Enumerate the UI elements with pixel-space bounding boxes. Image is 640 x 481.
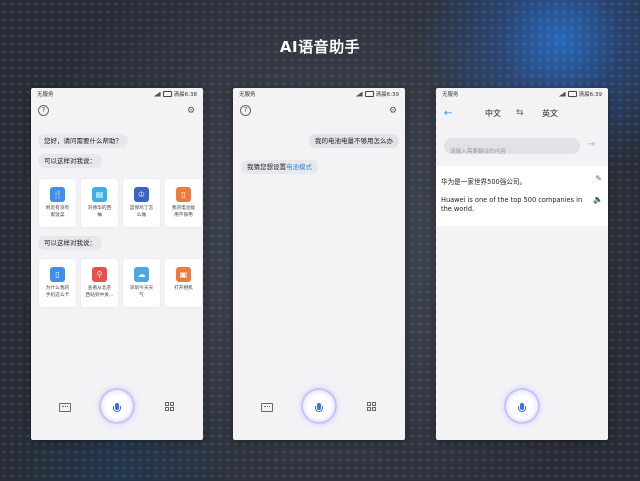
fork-knife-icon: 🍴 bbox=[50, 187, 65, 202]
translate-arrow-icon[interactable]: → bbox=[587, 139, 595, 150]
bottom-bar bbox=[436, 376, 608, 440]
translation-input[interactable] bbox=[444, 144, 580, 160]
suggestion-label: 刘德华的西 柚 bbox=[87, 206, 112, 218]
voice-input-button[interactable] bbox=[303, 390, 335, 422]
suggestion-label: 查看从北京 西站到中关... bbox=[85, 286, 114, 298]
help-icon[interactable]: ? bbox=[38, 105, 50, 117]
phone-screen-translation: 无服务 清晨6:39 ← 中文 ⇆ 英文 → 华为是一家世界500强公司。 ✎ … bbox=[436, 88, 608, 440]
suggestion-card[interactable]: ⚲ 查看从北京 西站到中关... bbox=[81, 259, 118, 307]
voice-input-button[interactable] bbox=[506, 390, 538, 422]
suggestion-label: 为什么我的 手机这么卡 bbox=[45, 286, 70, 298]
reply-text: 我猜您想设置 bbox=[247, 163, 286, 171]
apps-grid-icon[interactable] bbox=[367, 402, 376, 411]
map-pin-icon: ⚲ bbox=[92, 267, 107, 282]
carrier-text: 无服务 bbox=[442, 92, 459, 98]
settings-gear-icon[interactable]: ⚙ bbox=[387, 105, 399, 117]
chef-hat-icon: ♔ bbox=[134, 187, 149, 202]
battery-icon bbox=[162, 91, 172, 97]
carrier-text: 无服务 bbox=[239, 92, 256, 98]
source-text: 华为是一家世界500强公司。 bbox=[441, 178, 527, 186]
time-text: 清晨6:39 bbox=[578, 92, 602, 98]
suggestion-card[interactable]: ▯ 我的电池能 用不够用 bbox=[165, 179, 202, 227]
apps-grid-icon[interactable] bbox=[165, 402, 174, 411]
speaker-icon[interactable]: 🔈 bbox=[593, 195, 603, 204]
translation-toolbar: ← 中文 ⇆ 英文 bbox=[436, 101, 608, 125]
suggestion-label: 附近有没有 家饭菜 bbox=[45, 206, 70, 218]
time-text: 清晨6:38 bbox=[173, 92, 197, 98]
status-bar: 无服务 清晨6:38 bbox=[31, 88, 203, 100]
assistant-reply-bubble: 我猜您想设置电池模式 bbox=[241, 160, 318, 174]
weather-icon: ☁ bbox=[134, 267, 149, 282]
time-text: 清晨6:39 bbox=[375, 92, 399, 98]
phone-screen-assistant-home: 无服务 清晨6:38 ? ⚙ 您好，请问需要什么帮助？ 可以这样对我说： 🍴 附… bbox=[31, 88, 203, 440]
suggestion-label: 宫保鸡丁怎 么做 bbox=[129, 206, 154, 218]
suggestion-card[interactable]: ♔ 宫保鸡丁怎 么做 bbox=[123, 179, 160, 227]
suggestion-label: 深圳今天天 气 bbox=[129, 286, 154, 298]
translation-input-box[interactable] bbox=[444, 138, 580, 160]
battery-icon bbox=[567, 91, 577, 97]
carrier-text: 无服务 bbox=[37, 92, 54, 98]
voice-input-button[interactable] bbox=[101, 390, 133, 422]
suggestion-heading: 可以这样对我说： bbox=[38, 154, 102, 168]
keyboard-icon[interactable] bbox=[59, 403, 71, 412]
suggestion-card[interactable]: ▤ 刘德华的西 柚 bbox=[81, 179, 118, 227]
suggestion-card[interactable]: 🍴 附近有没有 家饭菜 bbox=[39, 179, 76, 227]
signal-icon bbox=[558, 91, 566, 97]
microphone-icon bbox=[315, 402, 323, 412]
suggestion-card[interactable]: ▣ 打开相机 bbox=[165, 259, 202, 307]
signal-icon bbox=[153, 91, 161, 97]
microphone-icon bbox=[113, 402, 121, 412]
phone-icon: ▯ bbox=[50, 267, 65, 282]
swap-languages-icon[interactable]: ⇆ bbox=[516, 108, 524, 118]
settings-gear-icon[interactable]: ⚙ bbox=[185, 105, 197, 117]
status-bar: 无服务 清晨6:39 bbox=[436, 88, 608, 100]
back-arrow-icon[interactable]: ← bbox=[444, 108, 452, 119]
book-icon: ▤ bbox=[92, 187, 107, 202]
bottom-bar bbox=[233, 376, 405, 440]
source-language-tab[interactable]: 中文 bbox=[485, 108, 501, 119]
signal-icon bbox=[355, 91, 363, 97]
suggestion-heading: 可以这样对我说： bbox=[38, 236, 102, 250]
page-title: AI语音助手 bbox=[279, 38, 361, 56]
keyboard-icon[interactable] bbox=[261, 403, 273, 412]
microphone-icon bbox=[518, 402, 526, 412]
phone-icon: ▯ bbox=[176, 187, 191, 202]
assistant-greeting-bubble: 您好，请问需要什么帮助？ bbox=[38, 134, 128, 148]
battery-icon bbox=[364, 91, 374, 97]
battery-mode-link[interactable]: 电池模式 bbox=[286, 163, 312, 171]
suggestion-card[interactable]: ▯ 为什么我的 手机这么卡 bbox=[39, 259, 76, 307]
bottom-bar bbox=[31, 376, 203, 440]
user-message-bubble: 我的电池电量不够用怎么办 bbox=[309, 134, 399, 148]
translated-text: Huawei is one of the top 500 companies i… bbox=[441, 196, 583, 213]
edit-pen-icon[interactable]: ✎ bbox=[595, 174, 602, 183]
target-language-tab[interactable]: 英文 bbox=[542, 108, 558, 119]
translation-result-card: 华为是一家世界500强公司。 ✎ Huawei is one of the to… bbox=[436, 166, 608, 226]
suggestion-label: 我的电池能 用不够用 bbox=[171, 206, 196, 218]
phone-screen-conversation: 无服务 清晨6:39 ? ⚙ 我的电池电量不够用怎么办 我猜您想设置电池模式 bbox=[233, 88, 405, 440]
status-bar: 无服务 清晨6:39 bbox=[233, 88, 405, 100]
camera-icon: ▣ bbox=[176, 267, 191, 282]
suggestion-label: 打开相机 bbox=[174, 286, 193, 291]
suggestion-card[interactable]: ☁ 深圳今天天 气 bbox=[123, 259, 160, 307]
help-icon[interactable]: ? bbox=[240, 105, 252, 117]
